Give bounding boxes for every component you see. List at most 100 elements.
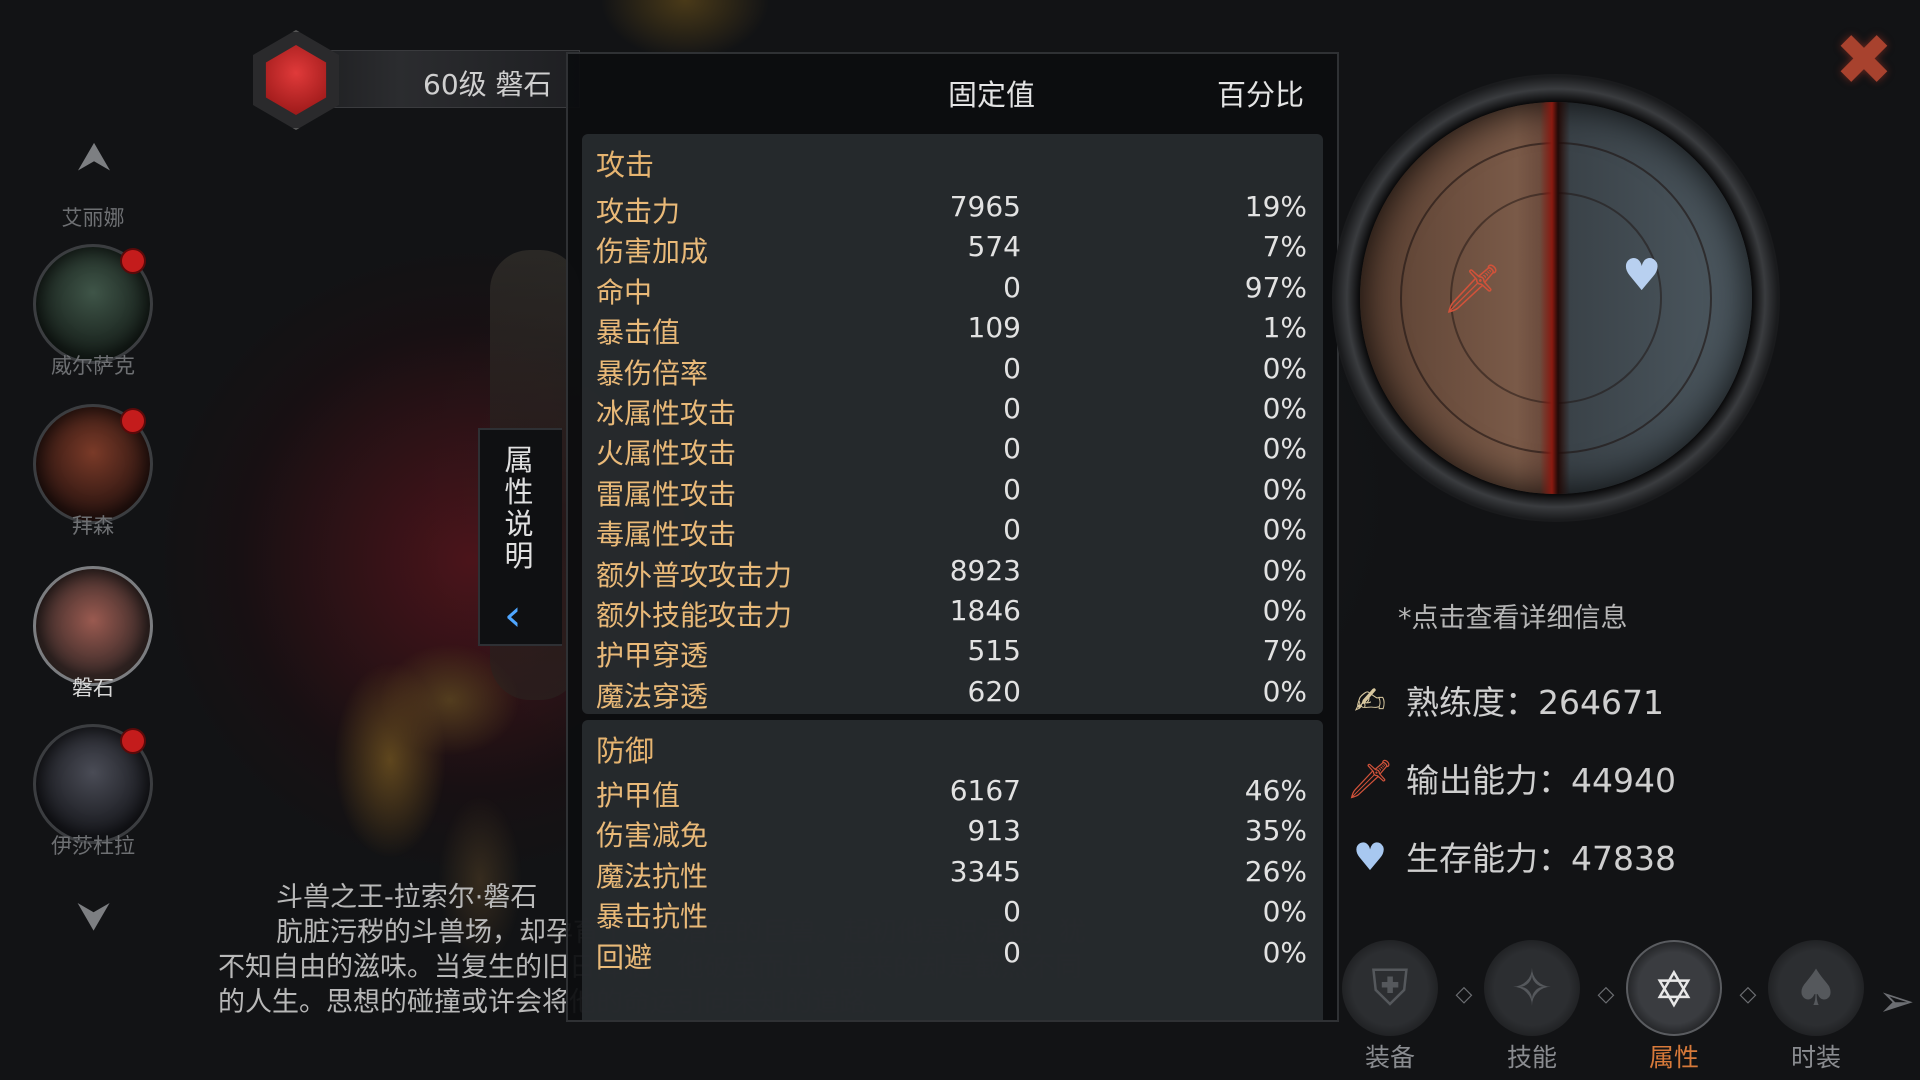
hero-header: 60级 磐石 [240,30,580,130]
stat-fixed-value: 3345 [949,854,1021,888]
stat-name: 额外普攻攻击力 [596,558,793,592]
stat-fixed-value: 0 [1003,935,1021,969]
armor-icon: ⛨ [1342,940,1438,1036]
stat-name: 护甲穿透 [596,639,709,673]
stat-name: 额外技能攻击力 [596,599,793,632]
hero-list-item[interactable]: 威尔萨克 [28,244,158,380]
tab-attribute[interactable]: ✡ 属性 [1614,940,1734,1072]
column-percent-header: 百分比 [1216,78,1304,112]
hero-list-name: 艾丽娜 [61,206,125,230]
tab-equip[interactable]: ⛨ 装备 [1330,940,1450,1072]
stat-row: 雷属性攻击 0 0% [582,469,1323,511]
stat-name: 魔法穿透 [596,679,709,713]
stat-percent-value: 0% [1262,513,1307,547]
stat-percent-value: 0% [1262,935,1307,969]
separator-icon: ◇ [1597,982,1615,1007]
hero-list-name: 拜森 [72,514,114,538]
survival-text: 生存能力：47838 [1406,839,1676,878]
stat-name: 魔法抗性 [596,859,709,893]
survival-metric: ♥ 生存能力：47838 [1346,832,1676,884]
tab-label: 装备 [1364,1043,1415,1072]
hero-list-name: 磐石 [72,676,114,700]
stat-name: 暴击抗性 [596,900,709,934]
stats-header: 固定值 百分比 [568,54,1337,130]
output-text: 输出能力：44940 [1406,761,1676,800]
stat-fixed-value: 0 [1003,270,1021,304]
stat-percent-value: 46% [1244,774,1307,807]
stat-percent-value: 0% [1262,351,1307,385]
hero-list-item[interactable]: 艾丽娜 [28,150,158,232]
sword-icon: 🗡 [1442,261,1503,317]
hero-list-item[interactable]: 拜森 [28,404,158,540]
stat-name: 伤害加成 [596,235,709,269]
avatar [33,566,153,686]
notice-dot [120,408,146,434]
arrow-down-icon[interactable]: ⮟ [72,895,116,939]
stat-row: 伤害加成 574 7% [582,226,1323,268]
tab-label: 技能 [1506,1043,1557,1072]
stat-fixed-value: 6167 [949,774,1021,807]
stat-percent-value: 1% [1262,311,1307,345]
proficiency-text: 熟练度：264671 [1406,683,1664,722]
stat-row: 额外普攻攻击力 8923 0% [582,550,1323,592]
heart-icon: ♥ [1352,835,1388,879]
stat-row: 魔法抗性 3345 26% [582,851,1323,893]
column-fixed-header: 固定值 [947,78,1035,112]
notice-dot [120,728,146,754]
attack-section: 攻击 攻击力 7965 19% 伤害加成 574 7% 命中 0 97% 暴击值 109 1% 暴伤倍率… [582,134,1323,714]
stat-name: 护甲值 [596,779,681,812]
proficiency-icon: ✍ [1354,679,1386,723]
hero-list-name: 威尔萨克 [51,354,135,378]
stat-fixed-value: 109 [967,311,1021,345]
stat-fixed-value: 574 [967,230,1021,264]
stat-fixed-value: 0 [1003,392,1021,425]
stat-row: 冰属性攻击 0 0% [582,388,1323,430]
stat-row: 伤害减免 913 35% [582,810,1323,852]
separator-icon: ◇ [1455,982,1473,1007]
hero-list-item[interactable]: 磐石 [28,566,158,702]
tab-fashion[interactable]: ♠ 时装 [1756,940,1876,1072]
stat-percent-value: 0% [1262,432,1307,466]
stat-percent-value: 0% [1262,553,1307,587]
stat-percent-value: 0% [1262,674,1307,708]
hero-level-name: 60级 磐石 [423,68,552,101]
stat-row: 魔法穿透 620 0% [582,671,1323,713]
rune-detail-hint[interactable]: *点击查看详细信息 [1398,596,1628,635]
close-x-icon[interactable]: ✖ [1822,18,1906,102]
stat-percent-value: 35% [1244,814,1307,848]
stat-row: 毒属性攻击 0 0% [582,509,1323,551]
mask-icon: ♠ [1768,940,1864,1036]
tab-label: 属性 [1648,1043,1699,1072]
stat-fixed-value: 7965 [949,190,1021,223]
stat-fixed-value: 620 [967,674,1021,708]
proficiency-metric: ✍ 熟练度：264671 [1346,676,1664,728]
chevron-right-icon[interactable]: ➢ [1878,976,1915,1027]
stat-fixed-value: 515 [967,634,1021,668]
stat-fixed-value: 0 [1003,472,1021,506]
sword-icon: 🗡 [1346,757,1395,801]
rune-circle[interactable]: 🗡 ♥ [1332,74,1780,522]
rune-disc: 🗡 ♥ [1360,102,1752,494]
stat-fixed-value: 1846 [949,594,1021,627]
attribute-info-tab[interactable]: 属性说明 ‹ [478,428,562,646]
defense-section: 防御 护甲值 6167 46% 伤害减免 913 35% 魔法抗性 3345 26% 暴击抗性 0 0… [582,720,1323,1020]
attribute-info-label: 属性说明 [504,443,534,573]
stat-row: 命中 0 97% [582,267,1323,309]
section-title: 攻击 [596,148,655,182]
stat-name: 冰属性攻击 [596,397,737,430]
tab-skill[interactable]: ✧ 技能 [1472,940,1592,1072]
stat-percent-value: 0% [1262,594,1307,627]
stat-name: 回避 [596,940,653,974]
hexagram-icon: ✡ [1626,940,1722,1036]
stat-name: 命中 [596,275,653,309]
stat-fixed-value: 0 [1003,351,1021,385]
separator-icon: ◇ [1739,982,1757,1007]
stat-percent-value: 7% [1262,634,1307,668]
stat-fixed-value: 0 [1003,513,1021,547]
hero-model-crest [600,0,770,60]
stat-row: 护甲穿透 515 7% [582,630,1323,672]
stats-panel[interactable]: 固定值 百分比 攻击 攻击力 7965 19% 伤害加成 574 7% 命中 0 97% 暴击值 1… [566,52,1339,1022]
hero-list-item[interactable]: 伊莎杜拉 [28,724,158,860]
stat-fixed-value: 913 [967,814,1021,848]
stat-fixed-value: 0 [1003,432,1021,466]
